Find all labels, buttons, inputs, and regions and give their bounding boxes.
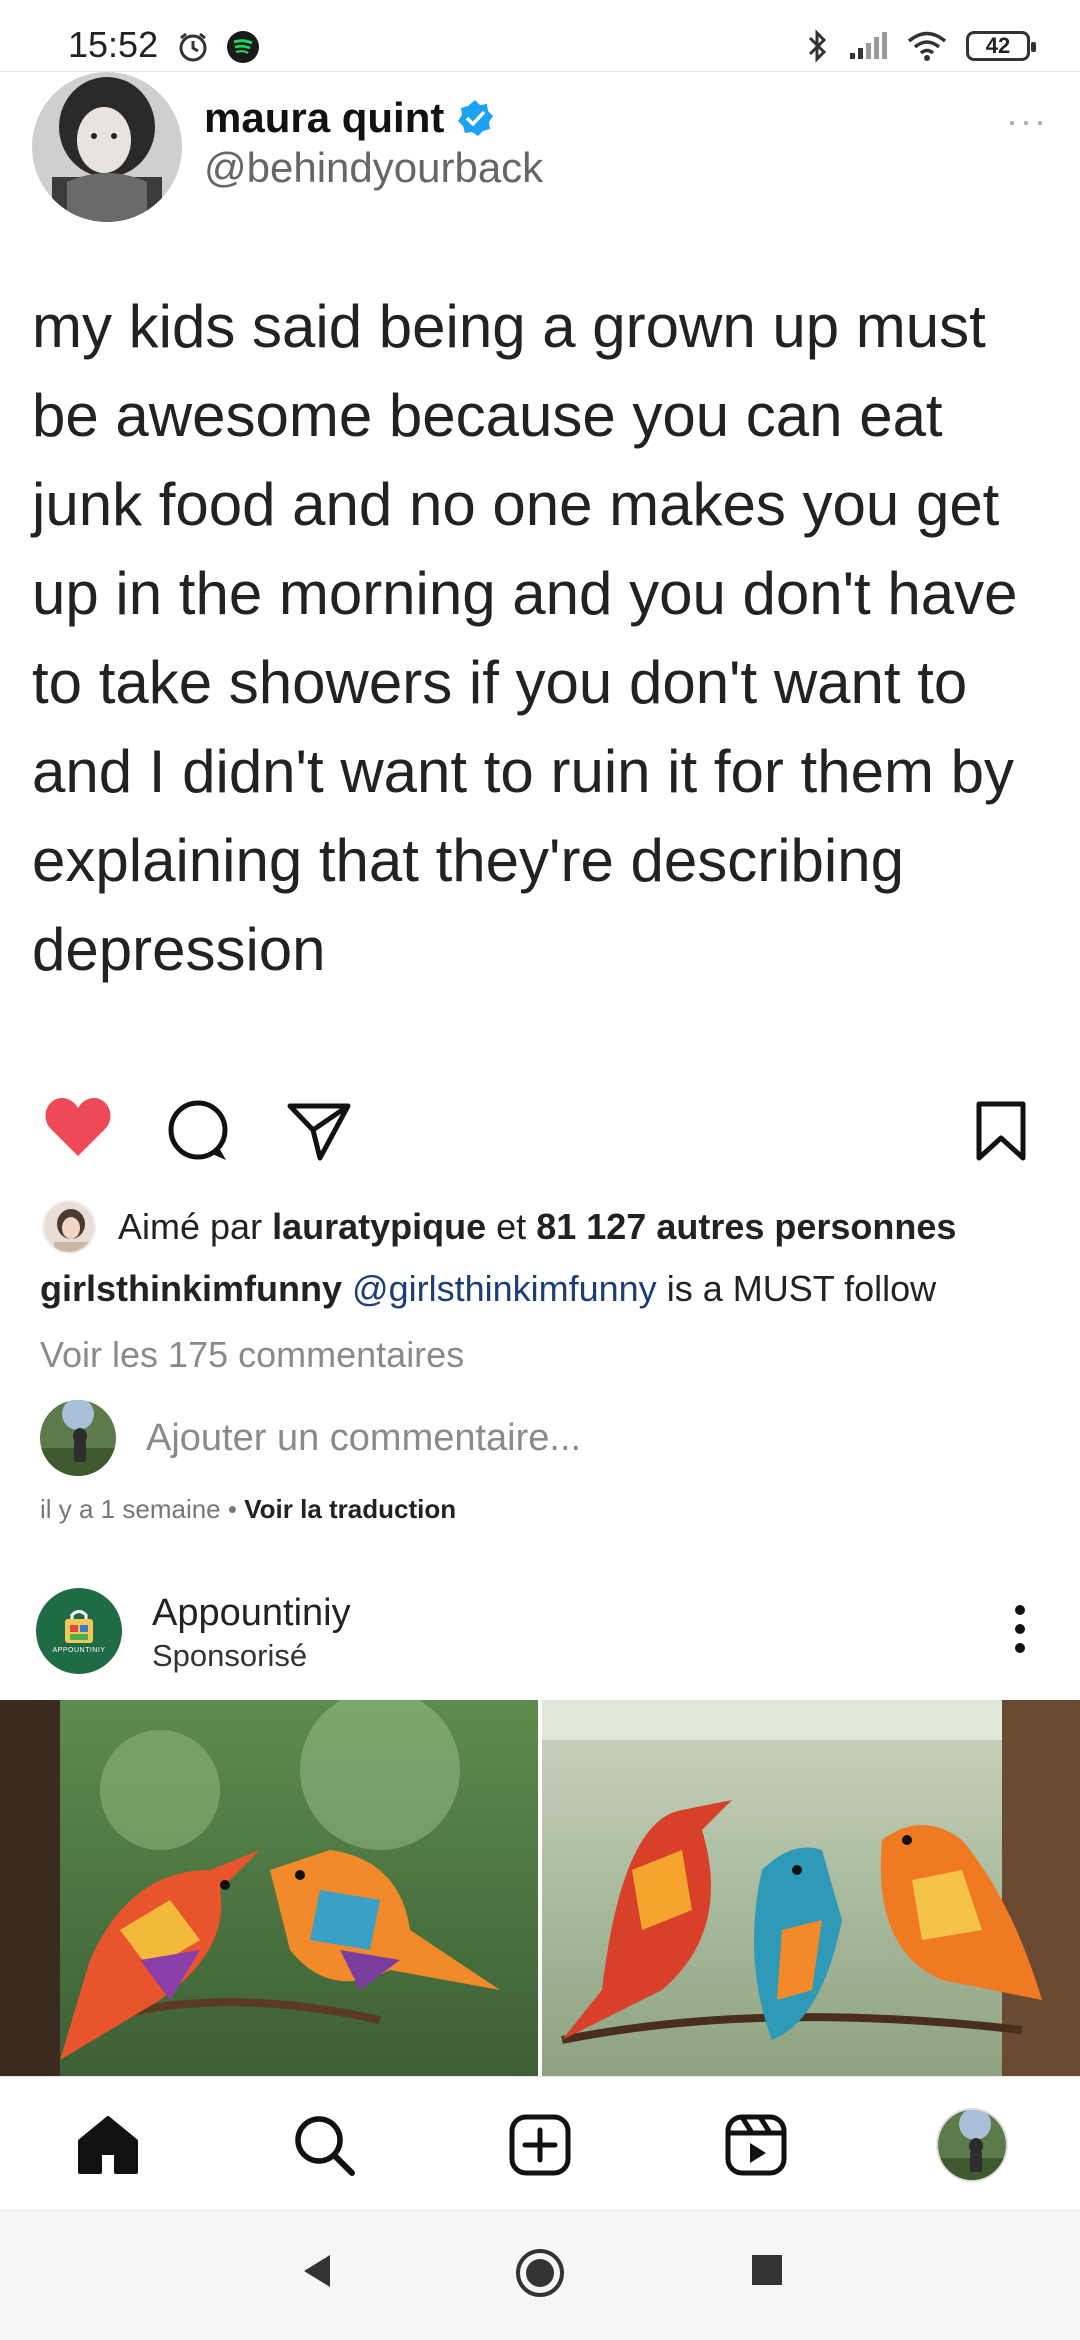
spotify-icon: [227, 31, 259, 63]
tweet-author-avatar: [32, 72, 182, 222]
post-timestamp-row: il y a 1 semaine • Voir la traduction: [40, 1494, 456, 1525]
stained-glass-birds-image-left: [0, 1700, 538, 2076]
tweet-author-name: maura quint: [204, 94, 445, 141]
caption-text: is a MUST follow: [666, 1268, 937, 1309]
stained-glass-birds-image-right: [542, 1700, 1080, 2076]
sponsored-label: Sponsorisé: [152, 1638, 308, 1673]
sponsor-name[interactable]: Appountiniy: [152, 1592, 351, 1635]
back-icon[interactable]: [298, 2251, 334, 2291]
caption-username[interactable]: girlsthinkimfunny: [40, 1268, 342, 1309]
view-comments-link[interactable]: Voir les 175 commentaires: [40, 1334, 464, 1376]
more-options-icon[interactable]: [1014, 1604, 1026, 1654]
dot-separator: •: [227, 1494, 237, 1524]
comment-icon[interactable]: [166, 1098, 232, 1164]
status-bar: 15:52 42: [0, 0, 1080, 72]
bottom-navigation: [0, 2076, 1080, 2210]
recents-icon[interactable]: [750, 2253, 784, 2287]
shopping-bag-icon: [65, 1609, 93, 1643]
search-icon: [295, 2116, 355, 2176]
home-icon: [78, 2116, 138, 2174]
liker-avatar: [42, 1200, 96, 1254]
nav-home[interactable]: [72, 2109, 144, 2181]
tweet-screenshot: maura quint @behindyourback ··· my kids …: [0, 72, 1080, 1072]
save-bookmark-icon[interactable]: [974, 1100, 1028, 1162]
status-system-icons: 42: [806, 28, 1036, 64]
tweet-text: my kids said being a grown up must be aw…: [32, 293, 1018, 983]
nav-create[interactable]: [504, 2109, 576, 2181]
wifi-icon: [907, 31, 947, 61]
see-translation-link[interactable]: Voir la traduction: [244, 1494, 456, 1524]
time-ago: il y a 1 semaine: [40, 1494, 221, 1524]
post-actions: [0, 1096, 1080, 1176]
add-comment-row[interactable]: Ajouter un commentaire...: [40, 1400, 581, 1476]
sponsor-logo-text: APPOUNTINIY: [52, 1646, 106, 1654]
add-comment-input[interactable]: Ajouter un commentaire...: [146, 1417, 581, 1460]
sponsored-image[interactable]: [0, 1700, 1080, 2076]
status-notification-icons: [176, 30, 260, 64]
create-post-icon: [509, 2114, 571, 2176]
battery-indicator: 42: [966, 31, 1036, 61]
tweet-author-row: maura quint: [204, 94, 494, 142]
tweet-author-handle: @behindyourback: [204, 144, 544, 191]
like-heart-icon[interactable]: [44, 1096, 112, 1160]
system-navigation-bar: [0, 2210, 1080, 2340]
alarm-icon: [179, 32, 207, 62]
nav-profile[interactable]: [936, 2108, 1008, 2182]
signal-icon: [850, 32, 887, 59]
reels-icon: [725, 2114, 787, 2176]
status-time: 15:52: [68, 24, 159, 65]
sponsored-header: APPOUNTINIY Appountiniy Sponsorisé: [0, 1580, 1080, 1680]
nav-search[interactable]: [288, 2109, 360, 2181]
profile-avatar: [936, 2108, 1008, 2182]
home-button-icon[interactable]: [514, 2247, 566, 2299]
verified-badge-icon: [458, 100, 494, 136]
nav-reels[interactable]: [720, 2109, 792, 2181]
tweet-more-icon: ···: [1006, 100, 1048, 141]
liked-by-text: Aimé par lauratypique et 81 127 autres p…: [118, 1206, 956, 1248]
liked-count[interactable]: 81 127 autres personnes: [536, 1206, 956, 1247]
liked-prefix: Aimé par: [118, 1206, 263, 1247]
caption-mention[interactable]: @girlsthinkimfunny: [352, 1268, 657, 1309]
my-avatar: [40, 1400, 116, 1476]
sponsor-logo[interactable]: APPOUNTINIY: [36, 1588, 122, 1674]
liked-user[interactable]: lauratypique: [272, 1206, 486, 1247]
post-caption: girlsthinkimfunny @girlsthinkimfunny is …: [40, 1268, 936, 1310]
liked-by-row[interactable]: Aimé par lauratypique et 81 127 autres p…: [42, 1200, 956, 1254]
liked-mid: et: [496, 1206, 527, 1247]
share-icon[interactable]: [286, 1100, 352, 1162]
bluetooth-icon: [808, 29, 827, 63]
